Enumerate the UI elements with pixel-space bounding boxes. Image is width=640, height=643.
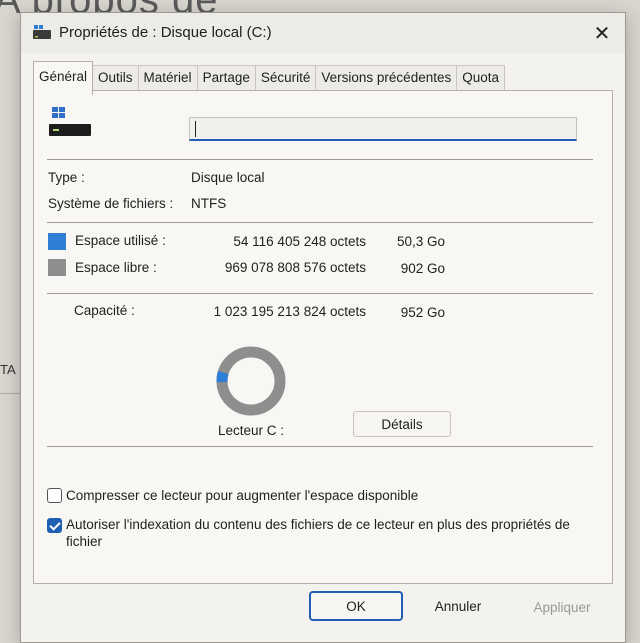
title-bar: Propriétés de : Disque local (C:) ✕ [21,13,625,53]
type-label: Type : [48,170,85,185]
tab-strip: Général Outils Matériel Partage Sécurité… [33,61,506,95]
separator [47,222,593,223]
free-space-label: Espace libre : [75,260,157,275]
type-value: Disque local [191,170,265,185]
used-space-swatch [48,233,66,250]
filesystem-label: Système de fichiers : [48,196,174,211]
close-icon: ✕ [593,22,611,45]
used-space-bytes: 54 116 405 248 octets [233,234,366,249]
tab-tools[interactable]: Outils [92,65,139,92]
filesystem-value: NTFS [191,196,227,211]
drive-letter-label: Lecteur C : [218,423,285,438]
usage-donut-chart [216,346,286,416]
apply-button[interactable]: Appliquer [515,593,609,621]
tab-security[interactable]: Sécurité [254,65,317,92]
details-button[interactable]: Détails [353,411,451,437]
close-button[interactable]: ✕ [579,13,625,53]
used-space-label: Espace utilisé : [75,233,166,248]
compress-drive-checkbox[interactable] [47,488,62,503]
free-space-ring [216,346,286,416]
separator [47,293,593,294]
allow-indexing-label: Autoriser l'indexation du contenu des fi… [66,517,570,549]
ok-button[interactable]: OK [309,591,403,621]
properties-dialog: Propriétés de : Disque local (C:) ✕ Géné… [20,12,626,643]
free-space-swatch [48,259,66,276]
tab-sharing[interactable]: Partage [196,65,256,92]
compress-drive-label: Compresser ce lecteur pour augmenter l'e… [66,488,419,503]
general-tab-panel [33,90,613,584]
used-space-size: 50,3 Go [396,234,445,249]
drive-name-input[interactable] [189,117,577,141]
tab-general[interactable]: Général [33,61,94,95]
text-caret [195,121,196,137]
allow-indexing-checkbox[interactable] [47,518,62,533]
separator [47,159,593,160]
capacity-bytes: 1 023 195 213 824 octets [213,304,366,319]
free-space-size: 902 Go [400,261,445,276]
window-title: Propriétés de : Disque local (C:) [59,24,272,41]
capacity-size: 952 Go [400,305,445,320]
background-side-text: TA [0,362,16,377]
drive-title-icon [33,25,51,39]
local-disk-icon [49,107,91,136]
capacity-label: Capacité : [74,303,135,318]
tab-quota[interactable]: Quota [456,65,506,92]
tab-hardware[interactable]: Matériel [137,65,198,92]
free-space-bytes: 969 078 808 576 octets [224,260,366,275]
separator [47,446,593,447]
tab-previous-versions[interactable]: Versions précédentes [315,65,458,92]
cancel-button[interactable]: Annuler [411,591,505,621]
